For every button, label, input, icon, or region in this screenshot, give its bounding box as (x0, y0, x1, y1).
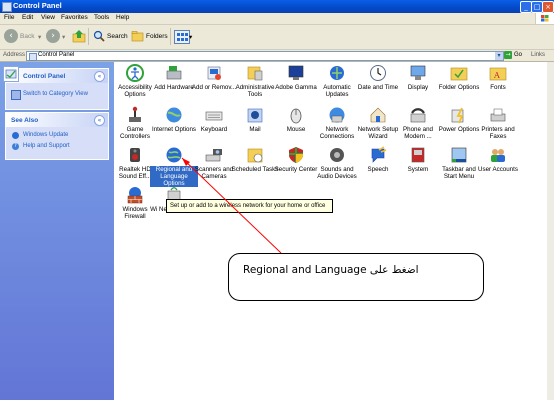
red-arrow (181, 157, 282, 254)
instruction-callout: اضغط على Regional and Language (228, 253, 484, 301)
scroll-track (547, 62, 554, 400)
callout-text: اضغط على Regional and Language (243, 264, 419, 276)
